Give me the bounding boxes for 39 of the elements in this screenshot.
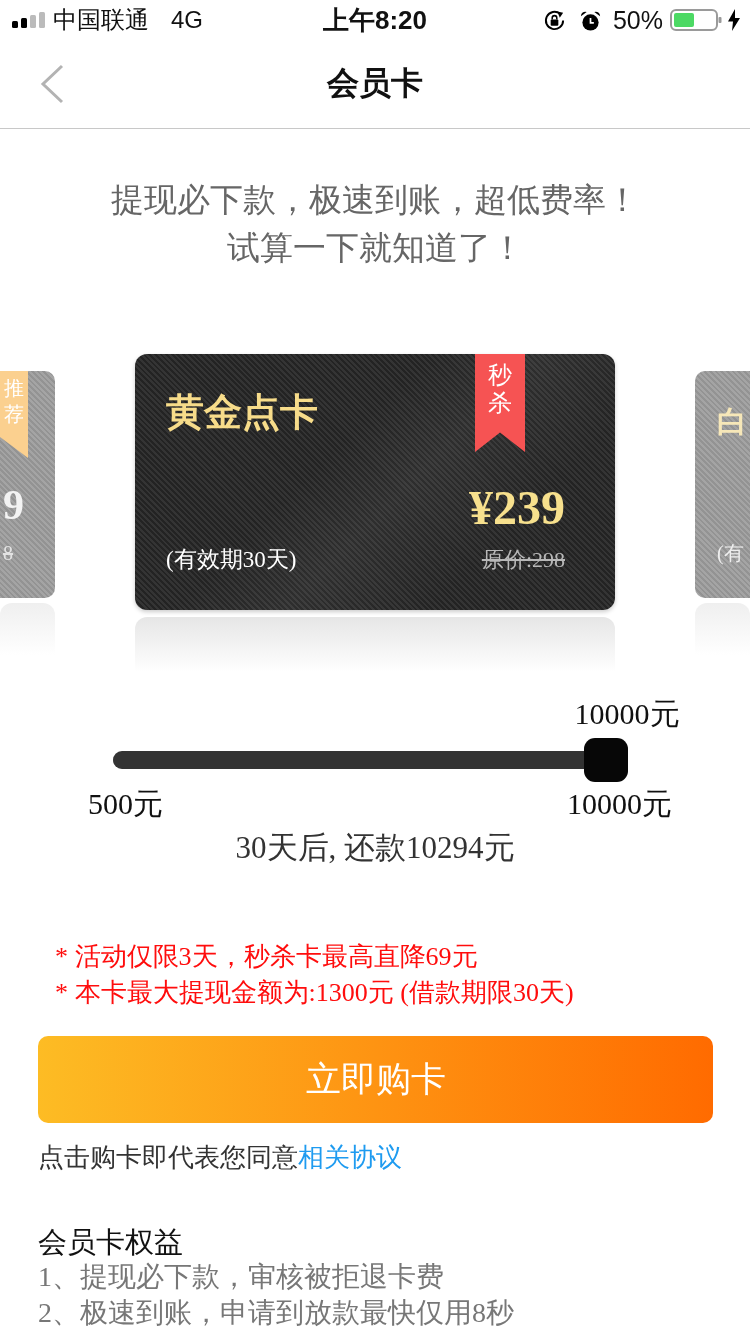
carrier-name: 中国联通 — [53, 5, 149, 35]
benefits-title: 会员卡权益 — [38, 1225, 184, 1259]
promo-note: * 活动仅限3天，秒杀卡最高直降69元 — [55, 941, 479, 973]
card-price: 9 — [3, 483, 24, 527]
membership-card[interactable]: 白 (有 — [695, 371, 750, 598]
battery-icon — [670, 9, 722, 31]
repayment-text: 30天后, 还款10294元 — [234, 831, 516, 865]
buy-card-button[interactable]: 立即购卡 — [38, 1036, 713, 1123]
slider-value: 10000元 — [574, 697, 680, 731]
agreement-link[interactable]: 相关协议 — [298, 1142, 402, 1172]
ribbon-tag: 秒杀 — [475, 354, 525, 452]
slider-track[interactable] — [113, 738, 628, 782]
max-amount-label: 10000元 — [567, 787, 672, 821]
page-title: 会员卡 — [327, 64, 423, 103]
card-validity: (有效期30天) — [166, 546, 297, 574]
card-title: 黄金点卡 — [166, 390, 318, 434]
status-time: 上午8:20 — [322, 3, 427, 37]
signal-icon — [12, 12, 45, 28]
promo-note: * 本卡最大提现金额为:1300元 (借款期限30天) — [55, 977, 575, 1009]
card-validity: (有 — [717, 541, 744, 566]
battery-percent: 50% — [612, 5, 663, 35]
original-price: 原价:298 — [481, 546, 565, 574]
card-price: ¥239 — [469, 480, 565, 536]
agreement-text: 点击购卡即代表您同意相关协议 — [37, 1141, 403, 1174]
rotation-lock-icon — [542, 8, 566, 32]
headline-text: 试算一下就知道了！ — [225, 228, 525, 268]
original-price: 8 — [3, 541, 13, 566]
ribbon-tag: 推荐 — [0, 371, 28, 458]
membership-card[interactable]: 推荐 9 8 — [0, 371, 55, 598]
min-amount-label: 500元 — [88, 787, 163, 821]
card-title: 白 — [717, 404, 747, 440]
network-type: 4G — [171, 6, 203, 34]
membership-card[interactable]: 黄金点卡 秒杀 ¥239 (有效期30天) 原价:298 — [135, 354, 615, 610]
charging-bolt-icon — [728, 9, 740, 31]
benefit-item: 2、极速到账，申请到放款最快仅用8秒 — [38, 1296, 515, 1330]
headline-text: 提现必下款，极速到账，超低费率！ — [110, 180, 640, 220]
slider-thumb[interactable] — [584, 738, 628, 782]
benefit-item: 1、提现必下款，审核被拒退卡费 — [38, 1260, 445, 1294]
alarm-clock-icon — [579, 9, 601, 31]
